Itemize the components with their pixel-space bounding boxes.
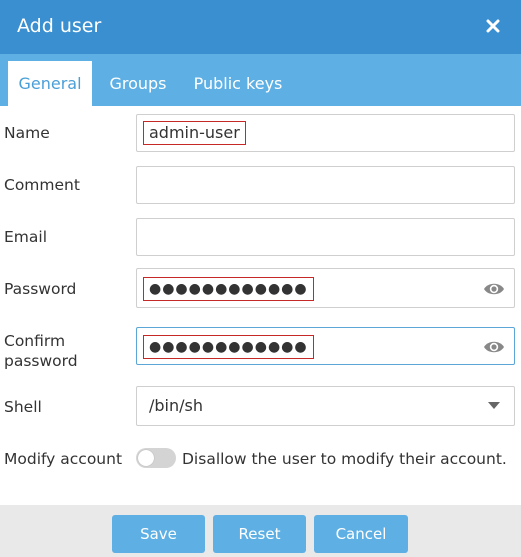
name-value: admin-user (143, 121, 246, 145)
comment-input[interactable] (136, 166, 515, 204)
password-row: Password ●●●●●●●●●●●● (0, 268, 521, 310)
save-button[interactable]: Save (112, 515, 205, 553)
toggle-knob (138, 450, 154, 466)
confirm-password-value: ●●●●●●●●●●●● (143, 335, 314, 359)
close-icon (486, 19, 500, 33)
modify-account-description: Disallow the user to modify their accoun… (182, 450, 507, 468)
eye-icon[interactable] (483, 338, 505, 356)
dialog-footer: Save Reset Cancel (0, 505, 521, 557)
comment-label: Comment (4, 176, 80, 194)
email-input[interactable] (136, 218, 515, 256)
cancel-button[interactable]: Cancel (314, 515, 408, 553)
tab-bar: General Groups Public keys (0, 54, 521, 106)
modify-account-toggle[interactable] (136, 448, 176, 468)
dialog-title: Add user (17, 15, 102, 37)
confirm-password-input[interactable]: ●●●●●●●●●●●● (136, 327, 515, 365)
shell-value: /bin/sh (149, 396, 203, 415)
name-label: Name (4, 124, 50, 142)
confirm-password-label-line1: Confirm (4, 332, 66, 350)
tab-groups[interactable]: Groups (100, 61, 176, 106)
chevron-down-icon (488, 402, 500, 409)
email-label: Email (4, 228, 48, 246)
dialog-titlebar: Add user (0, 0, 521, 54)
email-row: Email (0, 216, 521, 258)
eye-icon[interactable] (483, 280, 505, 298)
modify-account-label: Modify account (4, 450, 123, 468)
name-input[interactable]: admin-user (136, 114, 515, 152)
close-button[interactable] (479, 12, 507, 40)
password-value: ●●●●●●●●●●●● (143, 277, 314, 301)
confirm-password-label-line2: password (4, 352, 78, 370)
tab-public-keys[interactable]: Public keys (186, 61, 290, 106)
tab-general[interactable]: General (8, 61, 92, 106)
name-row: Name admin-user (0, 112, 521, 154)
reset-button[interactable]: Reset (213, 515, 306, 553)
shell-select[interactable]: /bin/sh (136, 386, 515, 426)
confirm-password-label: Confirm password (4, 331, 78, 371)
modify-account-row: Modify account Disallow the user to modi… (0, 446, 521, 472)
shell-label: Shell (4, 398, 42, 416)
confirm-password-row: Confirm password ●●●●●●●●●●●● (0, 327, 521, 371)
password-input[interactable]: ●●●●●●●●●●●● (136, 268, 515, 308)
shell-row: Shell /bin/sh (0, 386, 521, 428)
password-label: Password (4, 280, 77, 298)
comment-row: Comment (0, 164, 521, 206)
